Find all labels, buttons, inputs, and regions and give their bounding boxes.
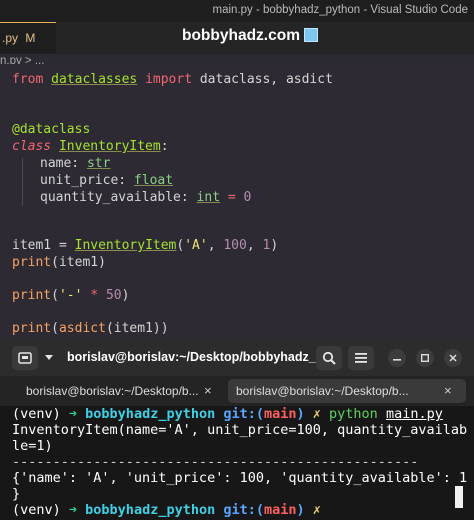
hamburger-menu-icon: [355, 353, 367, 363]
search-button[interactable]: [316, 346, 342, 370]
close-icon[interactable]: ×: [444, 379, 452, 403]
code-line-decorator: @dataclass: [12, 122, 91, 137]
terminal-headerbar: borislav@borislav:~/Desktop/bobbyhadz_..…: [0, 340, 474, 376]
menu-button[interactable]: [348, 346, 374, 370]
terminal-prompt-line: (venv) ➜ bobbyhadz_python git:(main) ✗: [12, 502, 330, 518]
editor-tab-bar: .py M bobbyhadz.com: [0, 22, 474, 54]
watermark-text: bobbyhadz.com: [182, 27, 300, 44]
watermark: bobbyhadz.com: [182, 27, 318, 45]
terminal-output-line: InventoryItem(name='A', unit_price=100, …: [12, 422, 468, 438]
code-line-print-asdict: print(asdict(item1)): [12, 321, 169, 336]
terminal-prompt-line: (venv) ➜ bobbyhadz_python git:(main) ✗ p…: [12, 406, 443, 422]
indent-guide: [22, 158, 23, 206]
maximize-icon: [420, 353, 429, 362]
new-terminal-icon: [18, 352, 32, 364]
terminal-window: borislav@borislav:~/Desktop/bobbyhadz_..…: [0, 340, 474, 520]
terminal-output-line: {'name': 'A', 'unit_price': 100, 'quanti…: [12, 470, 468, 486]
vscode-titlebar: main.py - bobbyhadz_python - Visual Stud…: [0, 0, 474, 22]
close-window-button[interactable]: [444, 349, 462, 367]
tab-modified-badge: M: [25, 31, 36, 45]
new-terminal-button[interactable]: [12, 346, 38, 370]
code-editor[interactable]: from dataclasses import dataclass, asdic…: [0, 64, 474, 346]
terminal-output-line: le=1): [12, 438, 53, 454]
code-line-field-quantity: quantity_available: int = 0: [40, 190, 252, 205]
minimize-icon: [393, 359, 401, 361]
tab-label: .py M: [2, 31, 35, 45]
code-line-field-name: name: str: [40, 156, 111, 171]
close-icon: [449, 354, 457, 362]
code-line-print-item: print(item1): [12, 255, 106, 270]
code-line-import: from dataclasses import dataclass, asdic…: [12, 72, 333, 87]
terminal-scrollbar-thumb[interactable]: [455, 486, 463, 508]
terminal-tab-label: borislav@borislav:~/Desktop/b...: [236, 384, 409, 398]
terminal-output-separator: ----------------------------------------…: [12, 454, 419, 470]
close-icon[interactable]: ×: [204, 379, 212, 403]
tab-dropdown-button[interactable]: [40, 346, 58, 370]
chevron-down-icon: [45, 355, 53, 360]
code-line-instance: item1 = InventoryItem('A', 100, 1): [12, 238, 279, 253]
terminal-tab-1[interactable]: borislav@borislav:~/Desktop/b... ×: [8, 379, 220, 403]
terminal-tab-bar: borislav@borislav:~/Desktop/b... × boris…: [0, 376, 474, 406]
tab-main-py[interactable]: .py M: [0, 22, 56, 54]
code-line-class: class InventoryItem:: [12, 139, 169, 154]
code-line-field-unit-price: unit_price: float: [40, 173, 174, 188]
terminal-title: borislav@borislav:~/Desktop/bobbyhadz_..…: [67, 350, 327, 364]
maximize-button[interactable]: [416, 349, 434, 367]
tab-filename: .py: [2, 31, 19, 45]
terminal-tab-label: borislav@borislav:~/Desktop/b...: [26, 384, 199, 398]
terminal-tab-2[interactable]: borislav@borislav:~/Desktop/b... ×: [228, 379, 466, 403]
terminal-output-line: }: [12, 486, 21, 502]
code-line-print-separator: print('-' * 50): [12, 288, 130, 303]
cube-icon: [303, 28, 318, 42]
search-icon: [322, 351, 336, 365]
window-title: main.py - bobbyhadz_python - Visual Stud…: [212, 4, 468, 16]
minimize-button[interactable]: [388, 349, 406, 367]
terminal-output[interactable]: (venv) ➜ bobbyhadz_python git:(main) ✗ p…: [0, 406, 474, 520]
